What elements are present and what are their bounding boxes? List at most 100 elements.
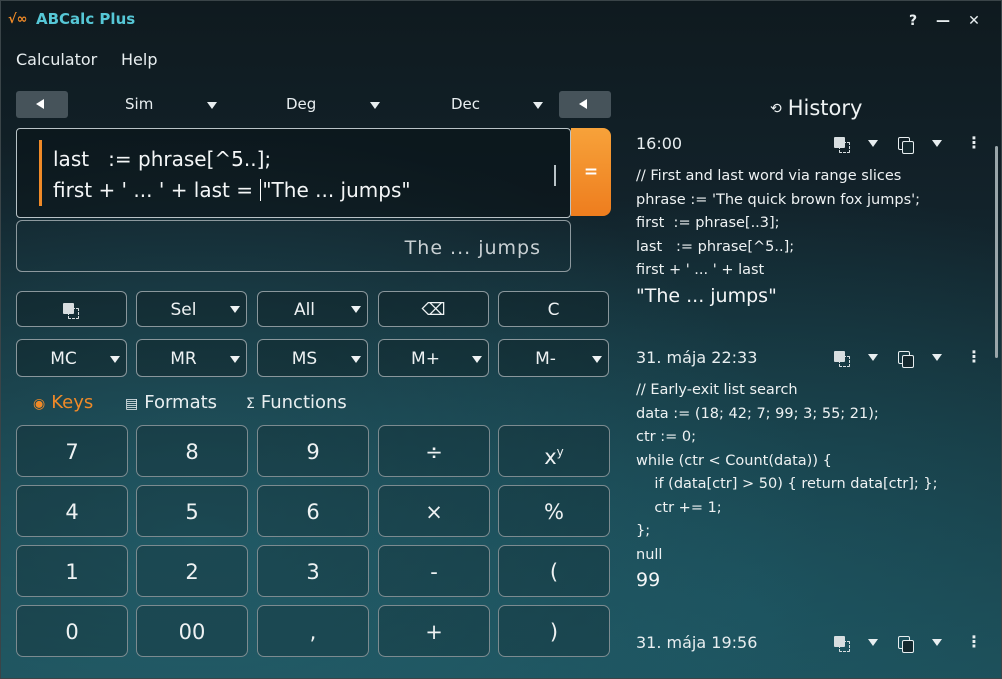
copy-result-icon[interactable] bbox=[834, 636, 850, 652]
key-power[interactable]: xy bbox=[498, 425, 610, 477]
chevron-down-icon bbox=[351, 356, 361, 363]
copy-icon[interactable] bbox=[898, 351, 914, 368]
select-all-dropdown[interactable]: All bbox=[257, 291, 368, 327]
copy-result-icon[interactable] bbox=[834, 351, 850, 367]
chevron-down-icon[interactable] bbox=[868, 354, 878, 361]
history-entry-result: "The ... jumps" bbox=[636, 284, 777, 307]
key-0[interactable]: 0 bbox=[16, 605, 128, 657]
menu-calculator[interactable]: Calculator bbox=[16, 50, 97, 69]
memory-recall-label: MR bbox=[170, 349, 197, 369]
key-3[interactable]: 3 bbox=[257, 545, 369, 597]
key-percent[interactable]: % bbox=[498, 485, 610, 537]
history-entry-toolbar: ⋮ bbox=[834, 633, 984, 653]
editor-scrollbar[interactable] bbox=[554, 165, 556, 186]
copy-result-icon bbox=[63, 303, 79, 319]
equals-button[interactable]: = bbox=[571, 128, 611, 216]
mode-next-button[interactable] bbox=[559, 91, 611, 118]
chevron-down-icon bbox=[230, 356, 240, 363]
key-6[interactable]: 6 bbox=[257, 485, 369, 537]
chevron-down-icon[interactable] bbox=[932, 140, 942, 147]
arrow-left-icon bbox=[579, 99, 587, 109]
clear-button[interactable]: C bbox=[498, 291, 609, 327]
history-title-label: History bbox=[787, 96, 863, 120]
chevron-down-icon bbox=[533, 102, 543, 109]
tab-functions[interactable]: Σ Functions bbox=[246, 392, 347, 413]
memory-recall-button[interactable]: MR bbox=[136, 339, 247, 377]
key-close-paren[interactable]: ) bbox=[498, 605, 610, 657]
app-title: ABCalc Plus bbox=[36, 10, 136, 28]
copy-icon[interactable] bbox=[898, 137, 914, 154]
copy-icon[interactable] bbox=[898, 636, 914, 653]
chevron-down-icon[interactable] bbox=[932, 354, 942, 361]
key-plus[interactable]: + bbox=[378, 605, 490, 657]
tab-formats[interactable]: ▤ Formats bbox=[125, 392, 217, 413]
clear-label: C bbox=[547, 300, 560, 320]
select-label: Sel bbox=[170, 300, 197, 320]
minimize-button[interactable]: — bbox=[931, 10, 955, 32]
key-00[interactable]: 00 bbox=[136, 605, 248, 657]
mode-bar: Sim Deg Dec bbox=[16, 91, 611, 118]
unit-mode-dropdown[interactable]: Deg bbox=[286, 91, 386, 118]
base-mode-dropdown[interactable]: Dec bbox=[451, 91, 551, 118]
mode-prev-button[interactable] bbox=[16, 91, 68, 118]
history-scrollbar[interactable] bbox=[995, 146, 998, 358]
title-bar: √∞ ABCalc Plus ? — ✕ bbox=[0, 0, 1002, 42]
key-8[interactable]: 8 bbox=[136, 425, 248, 477]
memory-subtract-button[interactable]: M- bbox=[498, 339, 609, 377]
more-options-icon[interactable]: ⋮ bbox=[966, 633, 982, 651]
select-dropdown[interactable]: Sel bbox=[136, 291, 247, 327]
chevron-down-icon bbox=[351, 306, 361, 313]
history-entry[interactable]: 31. mája 22:33 ⋮ // Early-exit list sear… bbox=[636, 348, 984, 592]
memory-add-button[interactable]: M+ bbox=[378, 339, 489, 377]
chevron-down-icon bbox=[592, 356, 602, 363]
angle-mode-label: Sim bbox=[125, 95, 154, 113]
history-entry-toolbar: ⋮ bbox=[834, 348, 984, 368]
help-button[interactable]: ? bbox=[901, 10, 925, 32]
expression-line-2-input: first + ' ... ' + last = bbox=[53, 178, 260, 202]
memory-clear-label: MC bbox=[50, 349, 77, 369]
tab-formats-label: Formats bbox=[144, 392, 218, 413]
key-5[interactable]: 5 bbox=[136, 485, 248, 537]
app-logo-icon: √∞ bbox=[8, 12, 28, 27]
sigma-icon: Σ bbox=[246, 396, 255, 412]
history-entry-result: 99 bbox=[636, 569, 661, 591]
tab-keys[interactable]: ◉ Keys bbox=[33, 392, 93, 413]
expression-line-1: last := phrase[^5..]; bbox=[53, 147, 272, 171]
base-mode-label: Dec bbox=[451, 95, 481, 113]
expression-editor[interactable]: last := phrase[^5..]; first + ' ... ' + … bbox=[16, 128, 571, 218]
more-options-icon[interactable]: ⋮ bbox=[966, 348, 982, 366]
key-4[interactable]: 4 bbox=[16, 485, 128, 537]
key-2[interactable]: 2 bbox=[136, 545, 248, 597]
key-minus[interactable]: - bbox=[378, 545, 490, 597]
chevron-down-icon[interactable] bbox=[868, 140, 878, 147]
chevron-down-icon[interactable] bbox=[932, 639, 942, 646]
key-1[interactable]: 1 bbox=[16, 545, 128, 597]
key-7[interactable]: 7 bbox=[16, 425, 128, 477]
key-multiply[interactable]: × bbox=[378, 485, 490, 537]
key-divide[interactable]: ÷ bbox=[378, 425, 490, 477]
chevron-down-icon[interactable] bbox=[868, 639, 878, 646]
angle-mode-dropdown[interactable]: Sim bbox=[125, 91, 225, 118]
memory-clear-button[interactable]: MC bbox=[16, 339, 127, 377]
copy-to-memory-button[interactable] bbox=[16, 291, 127, 327]
memory-add-label: M+ bbox=[411, 349, 440, 369]
key-power-exponent: y bbox=[556, 445, 564, 459]
memory-store-button[interactable]: MS bbox=[257, 339, 368, 377]
backspace-button[interactable]: ⌫ bbox=[378, 291, 489, 327]
close-button[interactable]: ✕ bbox=[962, 10, 986, 32]
arrow-left-icon bbox=[36, 99, 44, 109]
chevron-down-icon bbox=[230, 306, 240, 313]
copy-result-icon[interactable] bbox=[834, 137, 850, 153]
expression-line-2: first + ' ... ' + last = "The ... jumps" bbox=[53, 178, 411, 202]
memory-subtract-label: M- bbox=[535, 349, 556, 369]
key-open-paren[interactable]: ( bbox=[498, 545, 610, 597]
history-entry[interactable]: 16:00 ⋮ // First and last word via range… bbox=[636, 134, 982, 307]
history-icon: ⟲ bbox=[770, 101, 782, 117]
menu-help[interactable]: Help bbox=[121, 50, 157, 69]
history-entry-code: // First and last word via range slices … bbox=[636, 168, 921, 278]
keys-icon: ◉ bbox=[33, 396, 46, 412]
more-options-icon[interactable]: ⋮ bbox=[966, 134, 982, 152]
key-comma[interactable]: , bbox=[257, 605, 369, 657]
key-9[interactable]: 9 bbox=[257, 425, 369, 477]
history-entry[interactable]: 31. mája 19:56 ⋮ bbox=[636, 633, 984, 653]
